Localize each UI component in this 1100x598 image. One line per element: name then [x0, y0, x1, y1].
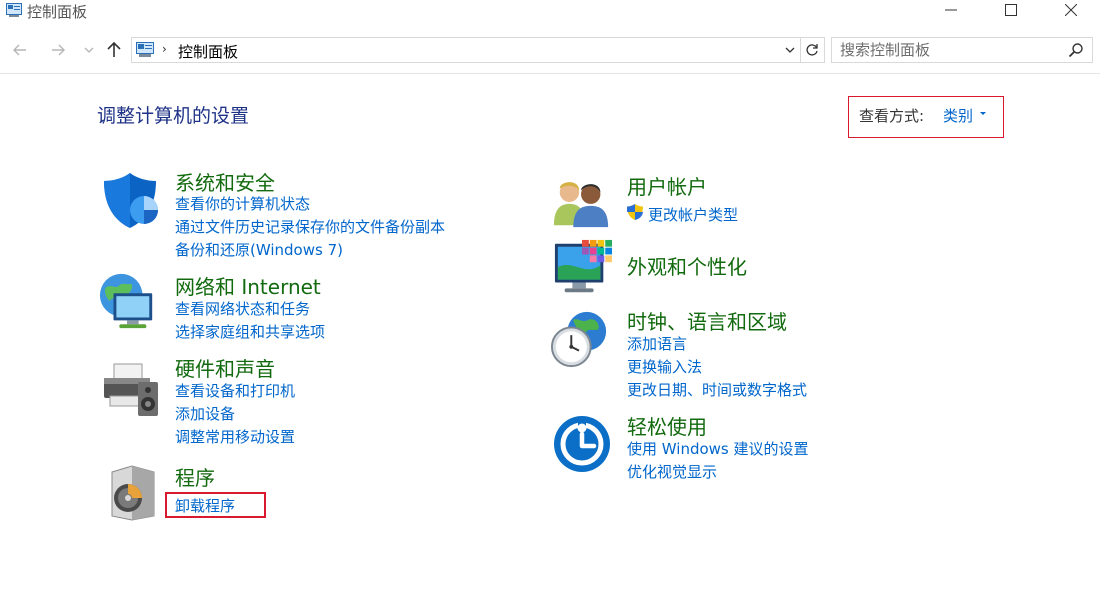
link-network-status[interactable]: 查看网络状态和任务 — [175, 298, 310, 319]
category-hardware-sound-title[interactable]: 硬件和声音 — [175, 353, 275, 382]
link-file-history-backup[interactable]: 通过文件历史记录保存你的文件备份副本 — [175, 216, 445, 237]
category-clock-region-title[interactable]: 时钟、语言和区域 — [627, 306, 787, 335]
up-button[interactable] — [104, 40, 124, 60]
arrow-up-icon — [107, 41, 121, 57]
category-ease-of-access-title[interactable]: 轻松使用 — [627, 411, 707, 440]
back-button[interactable] — [10, 40, 30, 60]
category-programs-title[interactable]: 程序 — [175, 462, 215, 491]
window-title: 控制面板 — [27, 3, 88, 21]
category-appearance-title[interactable]: 外观和个性化 — [627, 251, 747, 280]
users-icon[interactable] — [552, 172, 612, 232]
link-change-account-type[interactable]: 更改帐户类型 — [648, 204, 738, 225]
recent-locations-button[interactable] — [82, 40, 96, 60]
minimize-button[interactable] — [928, 0, 974, 24]
page-title: 调整计算机的设置 — [97, 105, 250, 127]
view-by-box: 查看方式: 类别 — [848, 96, 1004, 138]
clock-globe-icon[interactable] — [550, 310, 610, 370]
maximize-icon — [1005, 4, 1017, 16]
refresh-button[interactable] — [801, 37, 825, 63]
chevron-down-icon[interactable] — [784, 44, 796, 56]
link-add-language[interactable]: 添加语言 — [627, 333, 687, 354]
chevron-down-icon — [84, 47, 94, 53]
minimize-icon — [945, 9, 957, 11]
caret-down-icon[interactable] — [980, 112, 986, 115]
link-mobility-settings[interactable]: 调整常用移动设置 — [175, 426, 295, 447]
title-bar: 控制面板 — [0, 0, 1100, 24]
control-panel-icon — [6, 3, 22, 17]
category-user-accounts-title[interactable]: 用户帐户 — [627, 171, 707, 200]
control-panel-icon — [136, 42, 154, 57]
view-by-dropdown[interactable]: 类别 — [943, 105, 973, 126]
maximize-button[interactable] — [988, 0, 1034, 24]
breadcrumb-separator: › — [162, 42, 167, 56]
search-icon[interactable] — [1068, 42, 1084, 58]
link-homegroup-sharing[interactable]: 选择家庭组和共享选项 — [175, 321, 325, 342]
programs-disc-icon[interactable] — [104, 462, 164, 522]
category-system-security-title[interactable]: 系统和安全 — [175, 167, 275, 196]
search-input[interactable] — [832, 38, 1062, 62]
navigation-bar: › 控制面板 — [0, 30, 1100, 74]
close-button[interactable] — [1048, 0, 1094, 24]
monitor-palette-icon[interactable] — [553, 238, 613, 298]
link-optimize-visual-display[interactable]: 优化视觉显示 — [627, 461, 717, 482]
arrow-left-icon — [13, 44, 26, 56]
refresh-icon — [806, 44, 818, 56]
close-icon — [1065, 4, 1077, 16]
printer-speaker-icon[interactable] — [100, 360, 160, 420]
link-backup-restore[interactable]: 备份和还原(Windows 7) — [175, 239, 343, 260]
arrow-right-icon — [52, 44, 65, 56]
search-box[interactable] — [831, 37, 1093, 63]
category-network-internet-title[interactable]: 网络和 Internet — [175, 271, 321, 300]
link-uninstall-program[interactable]: 卸载程序 — [175, 495, 235, 516]
link-recommended-settings[interactable]: 使用 Windows 建议的设置 — [627, 438, 809, 459]
ease-of-access-icon[interactable] — [552, 414, 612, 474]
link-add-device[interactable]: 添加设备 — [175, 403, 235, 424]
breadcrumb-control-panel[interactable]: 控制面板 — [178, 41, 238, 62]
link-view-computer-status[interactable]: 查看你的计算机状态 — [175, 193, 310, 214]
link-date-time-format[interactable]: 更改日期、时间或数字格式 — [627, 379, 807, 400]
network-globe-icon[interactable] — [98, 272, 158, 332]
uac-shield-icon — [627, 204, 643, 220]
forward-button[interactable] — [48, 40, 68, 60]
link-change-input-method[interactable]: 更换输入法 — [627, 356, 702, 377]
address-bar[interactable]: › 控制面板 — [131, 37, 801, 63]
link-devices-printers[interactable]: 查看设备和打印机 — [175, 380, 295, 401]
shield-icon[interactable] — [100, 170, 160, 230]
view-by-label: 查看方式: — [859, 107, 925, 125]
